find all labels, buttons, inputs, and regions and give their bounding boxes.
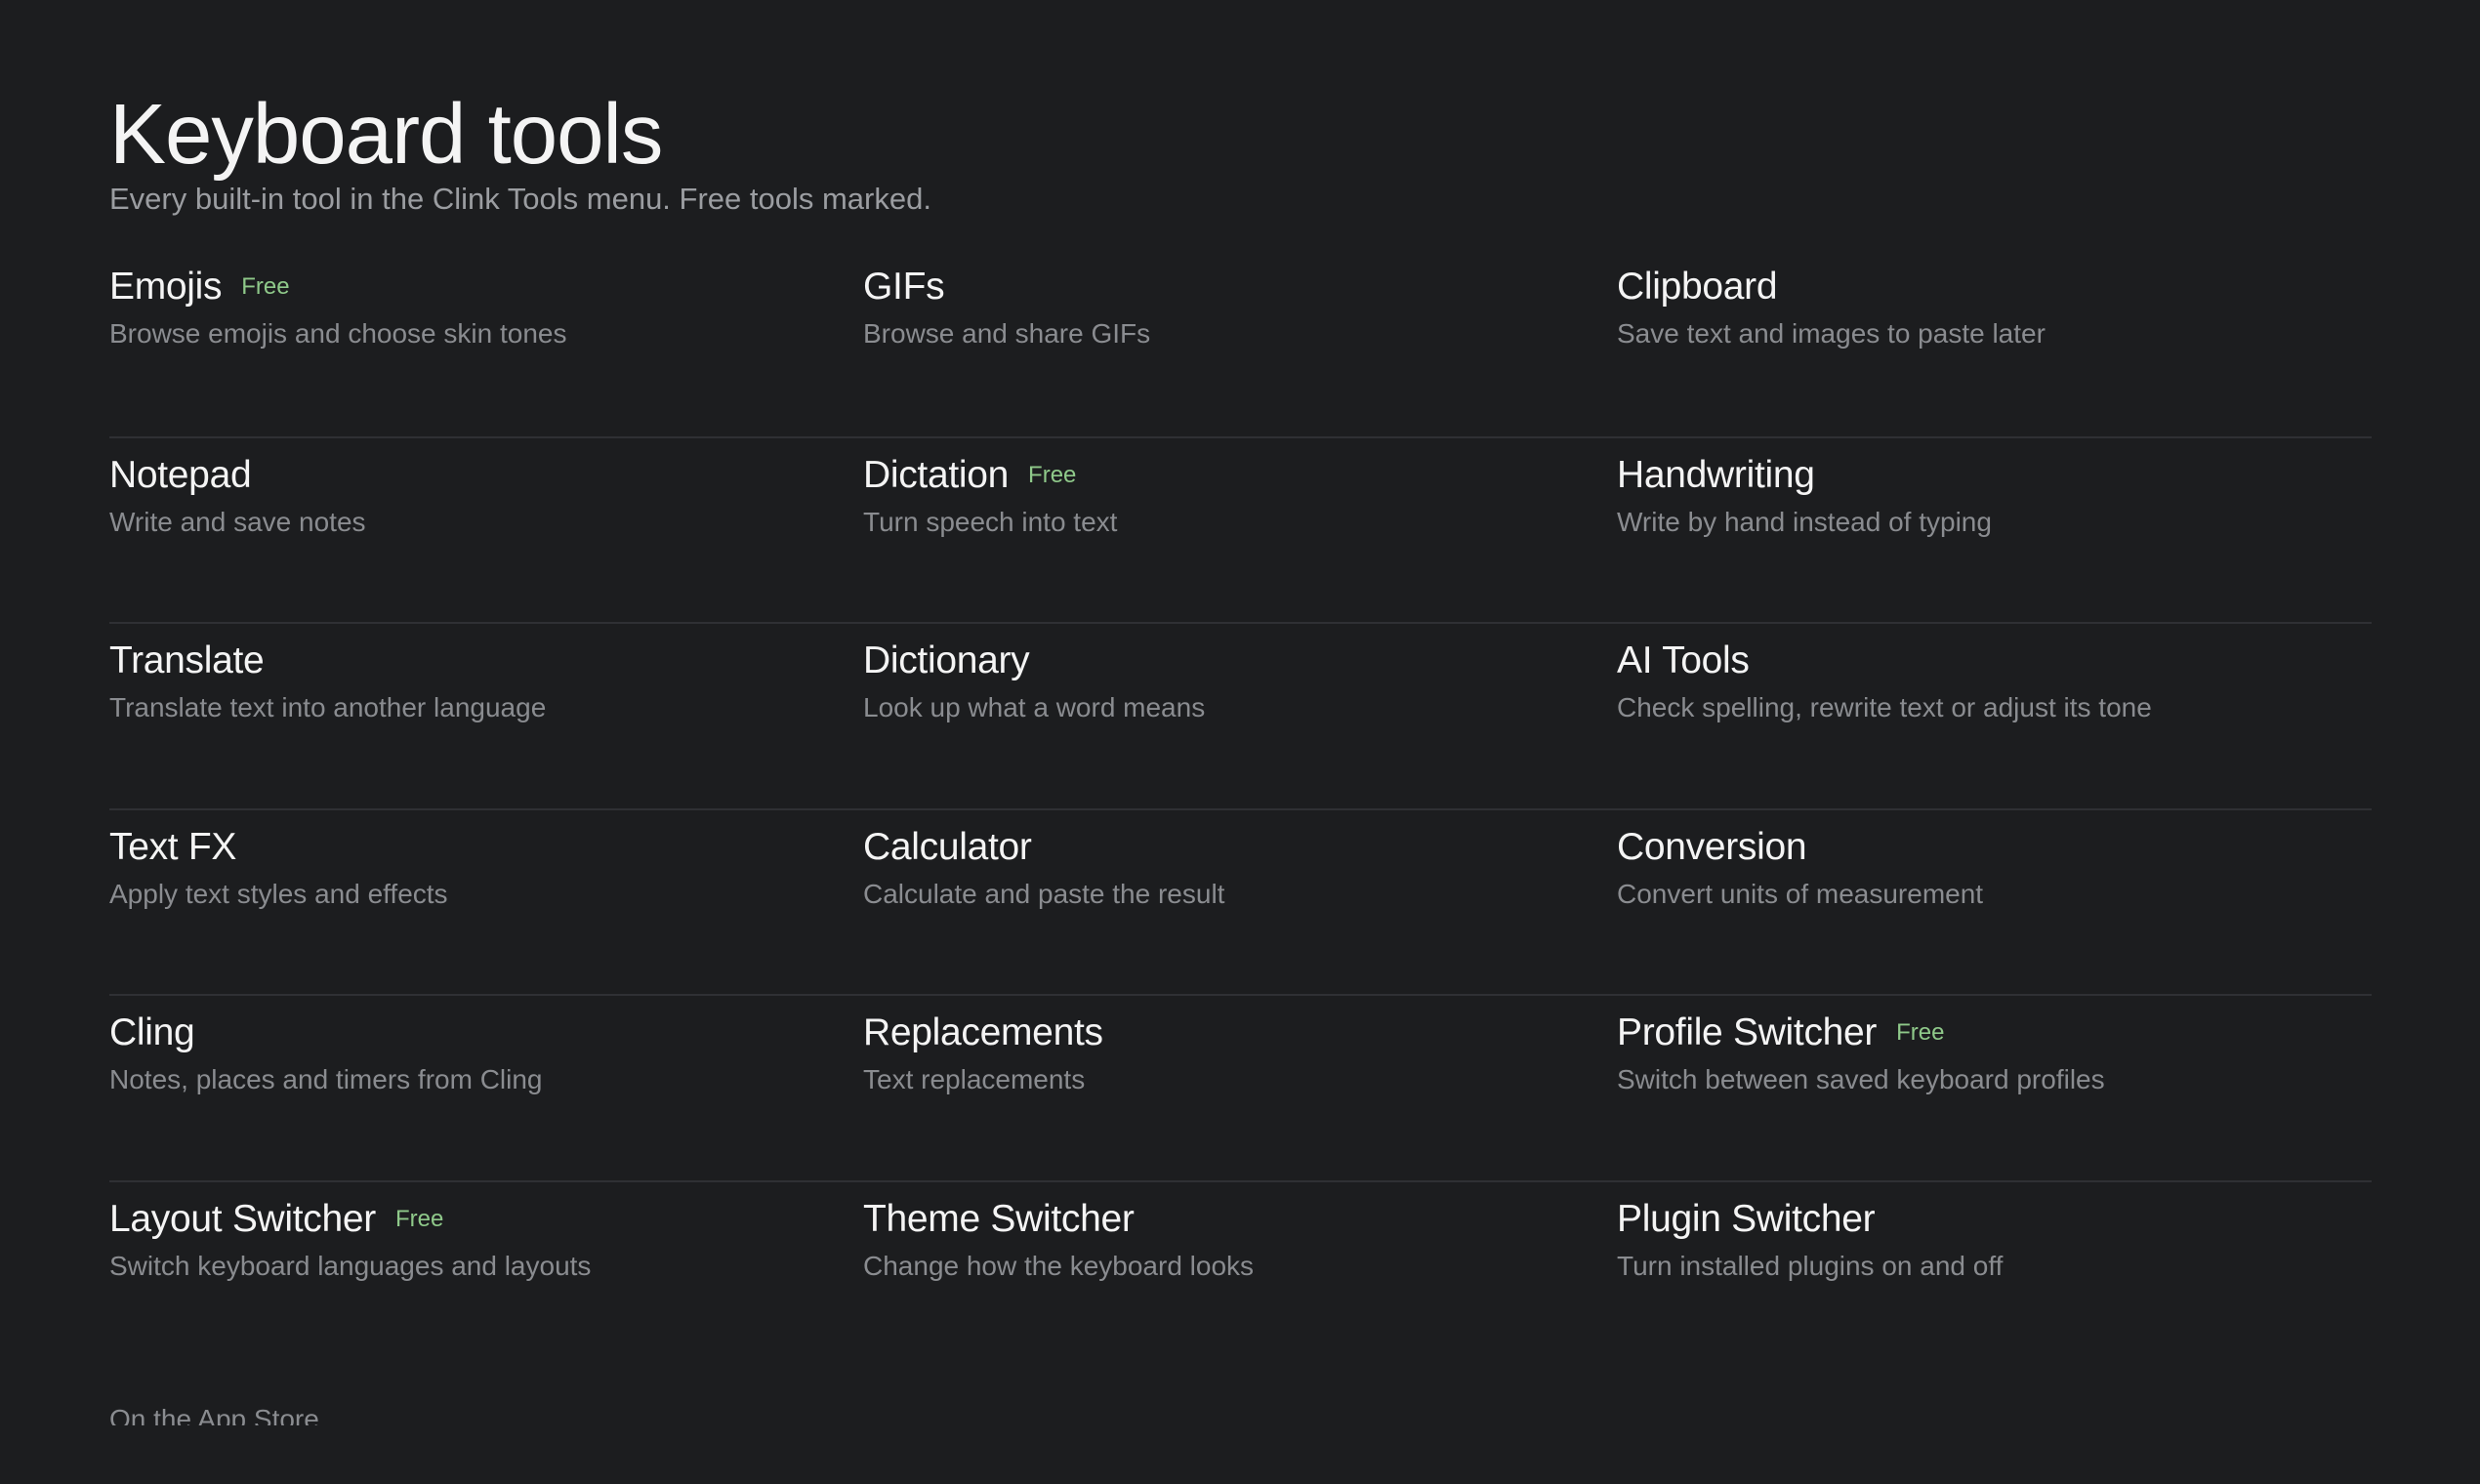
tool-item-notepad[interactable]: Notepad Write and save notes (109, 435, 863, 623)
tool-item-conversion[interactable]: Conversion Convert units of measurement (1617, 807, 2372, 995)
tool-item-gifs[interactable]: GIFs Browse and share GIFs (863, 250, 1617, 436)
tool-name: AI Tools (1617, 639, 1750, 682)
tool-name: Emojis (109, 266, 223, 308)
tool-item-layout-switcher[interactable]: Layout Switcher Free Switch keyboard langu… (109, 1179, 863, 1367)
tool-description: Check spelling, rewrite text or adjust i… (1617, 692, 2152, 723)
tool-description: Look up what a word means (863, 692, 1206, 723)
tool-description: Text replacements (863, 1064, 1086, 1095)
tool-item-plugin-switcher[interactable]: Plugin Switcher Turn installed plugins on… (1617, 1179, 2372, 1367)
tool-description: Apply text styles and effects (109, 878, 448, 909)
footer-clip: On the App Store (109, 1402, 319, 1425)
tool-item-cling[interactable]: Cling Notes, places and timers from Cling (109, 994, 863, 1180)
tool-description: Write and save notes (109, 506, 366, 537)
tool-header: Plugin Switcher (1617, 1194, 2372, 1245)
free-badge: Free (1028, 461, 1077, 488)
tool-header: Conversion (1617, 822, 2372, 873)
tool-description: Change how the keyboard looks (863, 1250, 1255, 1281)
tool-description: Save text and images to paste later (1617, 318, 2046, 349)
tool-name: Cling (109, 1011, 195, 1054)
tool-header: Calculator (863, 822, 1617, 873)
tool-name: Dictionary (863, 639, 1030, 682)
tool-name: Conversion (1617, 825, 1807, 868)
tool-header: Layout Switcher Free (109, 1194, 863, 1245)
tool-header: Clipboard (1617, 262, 2372, 312)
tool-grid: Emojis Free Browse emojis and choose skin … (109, 250, 2372, 1367)
tool-description: Convert units of measurement (1617, 878, 1984, 909)
page-title: Keyboard tools (109, 87, 663, 182)
tool-description: Turn installed plugins on and off (1617, 1250, 2004, 1281)
tool-description: Write by hand instead of typing (1617, 506, 1992, 537)
tool-header: Notepad (109, 450, 863, 501)
tool-header: AI Tools (1617, 636, 2372, 686)
tool-header: Theme Switcher (863, 1194, 1617, 1245)
tool-header: Translate (109, 636, 863, 686)
tool-item-text-fx[interactable]: Text FX Apply text styles and effects (109, 807, 863, 995)
free-badge: Free (394, 1205, 444, 1232)
tool-name: Text FX (109, 825, 237, 868)
tool-item-replacements[interactable]: Replacements Text replacements (863, 994, 1617, 1180)
tool-name: Handwriting (1617, 453, 1815, 496)
tool-name: Notepad (109, 453, 252, 496)
tool-header: Dictionary (863, 636, 1617, 686)
tool-description: Translate text into another language (109, 692, 547, 723)
tool-name: GIFs (863, 266, 945, 308)
tool-name: Calculator (863, 825, 1032, 868)
tool-header: Handwriting (1617, 450, 2372, 501)
tool-header: Replacements (863, 1008, 1617, 1058)
tool-description: Browse emojis and choose skin tones (109, 318, 567, 349)
tool-name: Theme Switcher (863, 1197, 1135, 1240)
tool-description: Turn speech into text (863, 506, 1118, 537)
tool-item-clipboard[interactable]: Clipboard Save text and images to paste l… (1617, 250, 2372, 436)
tools-page: Keyboard tools Every built-in tool in th… (109, 0, 2372, 1484)
tool-name: Dictation (863, 453, 1010, 496)
tool-header: Emojis Free (109, 262, 863, 312)
tool-item-ai-tools[interactable]: AI Tools Check spelling, rewrite text or … (1617, 622, 2372, 808)
tool-header: Text FX (109, 822, 863, 873)
tool-item-emojis[interactable]: Emojis Free Browse emojis and choose skin … (109, 250, 863, 436)
tool-description: Notes, places and timers from Cling (109, 1064, 543, 1095)
tool-description: Browse and share GIFs (863, 318, 1151, 349)
tool-item-profile-switcher[interactable]: Profile Switcher Free Switch between saved… (1617, 994, 2372, 1180)
tool-item-dictation[interactable]: Dictation Free Turn speech into text (863, 435, 1617, 623)
tool-header: Dictation Free (863, 450, 1617, 501)
tool-item-translate[interactable]: Translate Translate text into another lan… (109, 622, 863, 808)
app-store-footer[interactable]: On the App Store (109, 1402, 319, 1425)
tool-header: Cling (109, 1008, 863, 1058)
tool-header: GIFs (863, 262, 1617, 312)
free-badge: Free (1896, 1019, 1945, 1047)
tool-name: Translate (109, 639, 265, 682)
tool-item-calculator[interactable]: Calculator Calculate and paste the result (863, 807, 1617, 995)
tool-description: Switch between saved keyboard profiles (1617, 1064, 2105, 1095)
tool-name: Clipboard (1617, 266, 1778, 308)
tool-name: Replacements (863, 1011, 1103, 1054)
tool-description: Calculate and paste the result (863, 878, 1225, 909)
page-subtitle: Every built-in tool in the Clink Tools m… (109, 182, 931, 216)
tool-item-handwriting[interactable]: Handwriting Write by hand instead of typi… (1617, 435, 2372, 623)
tool-item-theme-switcher[interactable]: Theme Switcher Change how the keyboard lo… (863, 1179, 1617, 1367)
tool-name: Plugin Switcher (1617, 1197, 1876, 1240)
tool-name: Layout Switcher (109, 1197, 376, 1240)
tool-description: Switch keyboard languages and layouts (109, 1250, 592, 1281)
tool-item-dictionary[interactable]: Dictionary Look up what a word means (863, 622, 1617, 808)
tool-header: Profile Switcher Free (1617, 1008, 2372, 1058)
free-badge: Free (241, 273, 290, 300)
tool-name: Profile Switcher (1617, 1011, 1878, 1054)
